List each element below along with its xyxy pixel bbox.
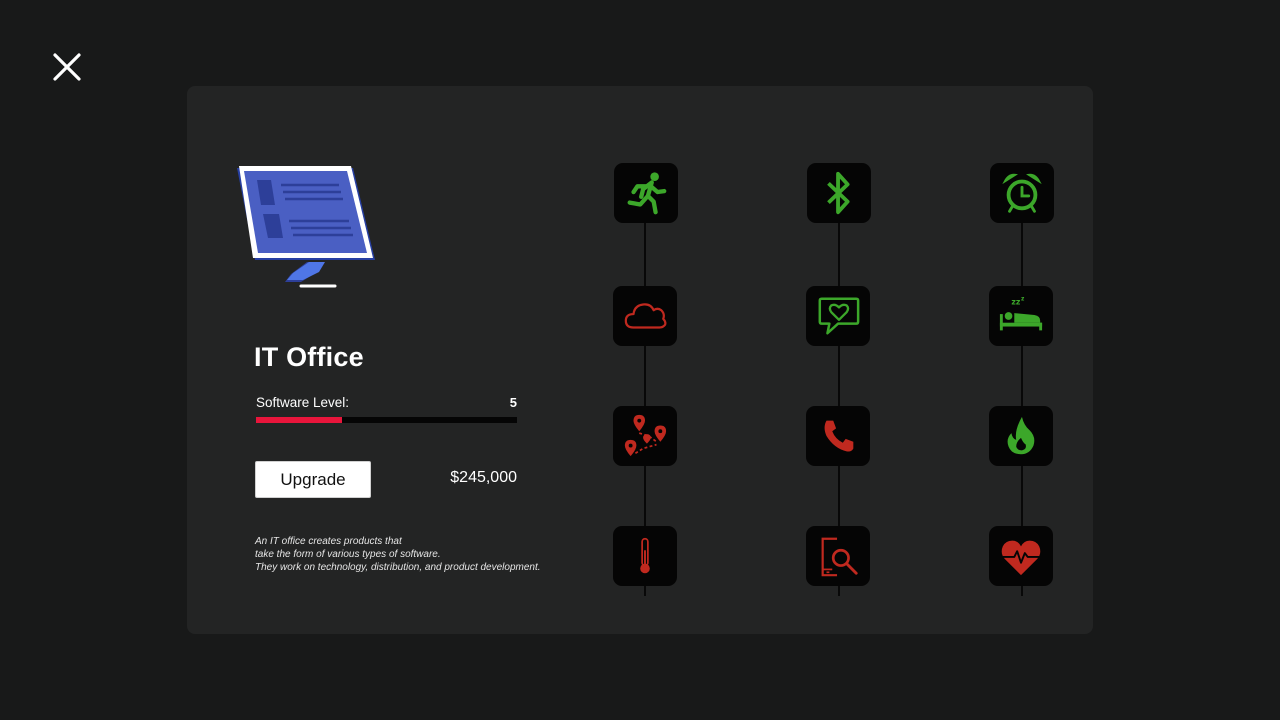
upgrade-node[interactable] xyxy=(806,286,870,346)
upgrade-button[interactable]: Upgrade xyxy=(255,461,371,498)
running-person-icon xyxy=(627,172,667,215)
phone-search-icon xyxy=(821,537,858,577)
upgrade-price: $245,000 xyxy=(450,469,517,486)
sleeping-bed-icon: zz z xyxy=(999,297,1043,331)
heart-chat-icon xyxy=(818,297,860,335)
upgrade-node[interactable] xyxy=(614,163,678,223)
software-level-progress-fill xyxy=(256,417,343,423)
upgrade-node[interactable] xyxy=(806,526,870,586)
flame-icon xyxy=(1007,416,1035,455)
building-name: IT Office xyxy=(254,342,364,372)
description-line: An IT office creates products that xyxy=(255,536,402,547)
alarm-clock-icon xyxy=(1002,173,1042,213)
upgrade-node[interactable]: zz z xyxy=(989,286,1053,346)
description-line: take the form of various types of softwa… xyxy=(255,549,441,560)
svg-text:z: z xyxy=(1021,297,1025,303)
upgrade-node[interactable] xyxy=(613,526,677,586)
upgrade-node[interactable] xyxy=(613,406,677,466)
building-detail-panel: IT Office Software Level: 5 Upgrade $245… xyxy=(187,86,1093,634)
computer-monitor-icon xyxy=(237,166,375,288)
upgrade-node[interactable] xyxy=(806,406,870,466)
svg-text:zz: zz xyxy=(1011,298,1020,307)
software-level-value: 5 xyxy=(509,395,517,410)
thermometer-icon xyxy=(640,537,650,574)
bluetooth-icon xyxy=(827,171,850,215)
close-icon xyxy=(53,53,81,81)
phone-icon xyxy=(824,420,854,452)
upgrade-node[interactable] xyxy=(807,163,871,223)
software-level-label: Software Level: xyxy=(256,395,350,410)
building-description: An IT office creates products that take … xyxy=(255,535,555,574)
software-level-progress-bar xyxy=(256,417,517,423)
upgrade-node[interactable] xyxy=(989,406,1053,466)
description-line: They work on technology, distribution, a… xyxy=(255,562,541,573)
upgrade-node[interactable] xyxy=(989,526,1053,586)
cloud-icon xyxy=(624,303,667,329)
upgrade-node[interactable] xyxy=(990,163,1054,223)
heartbeat-icon xyxy=(1001,540,1041,576)
close-button[interactable] xyxy=(48,48,86,86)
upgrade-node[interactable] xyxy=(613,286,677,346)
map-route-icon xyxy=(624,414,667,457)
